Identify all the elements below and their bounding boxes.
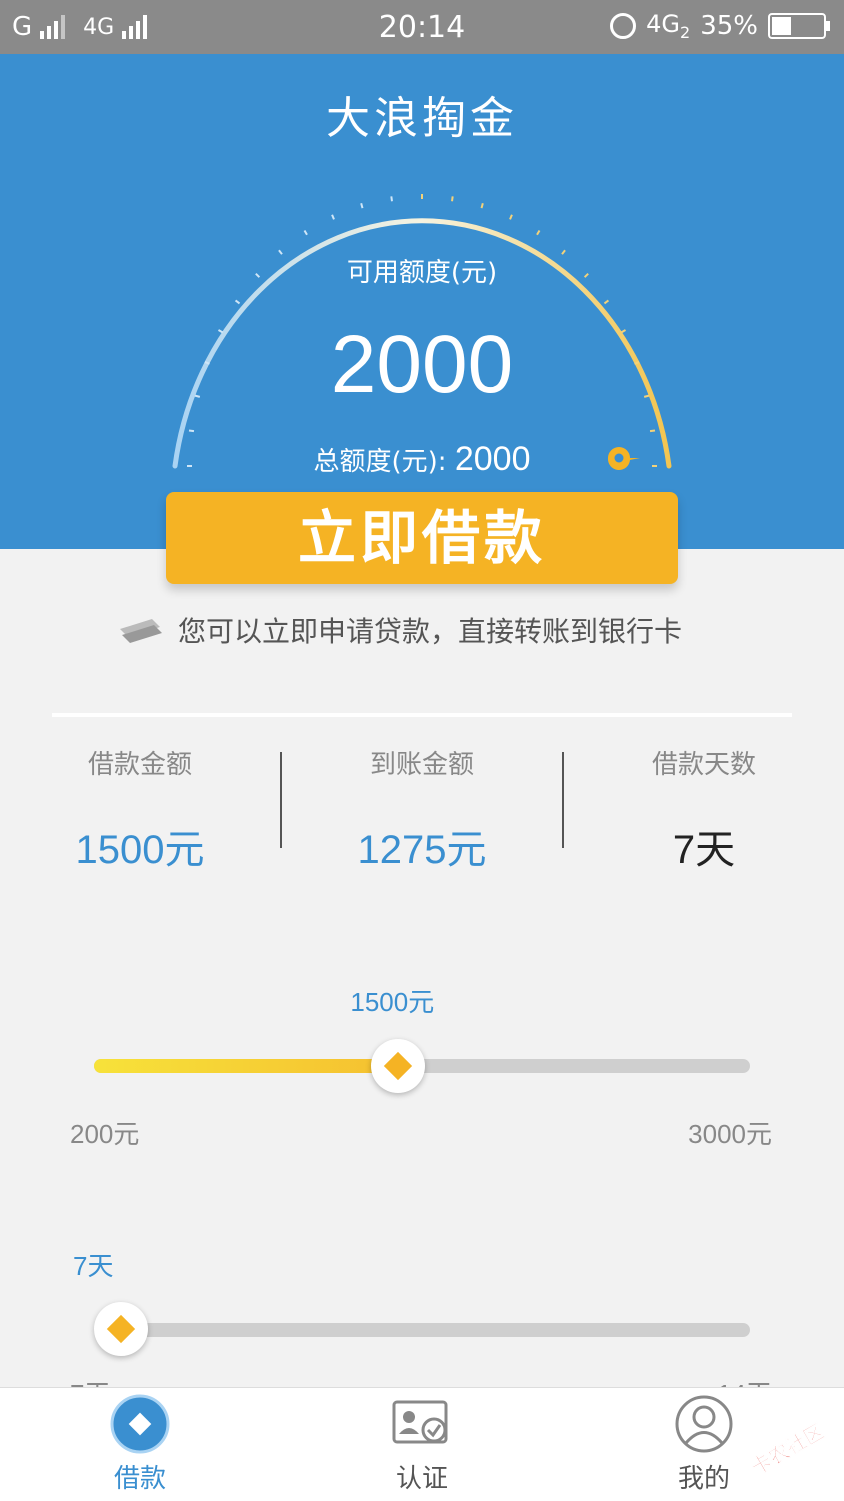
bottom-tab-bar: 借款 认证 我的	[0, 1387, 844, 1501]
amount-slider-value: 1500元	[350, 987, 435, 1017]
transfer-hint: 您可以立即申请贷款，直接转账到银行卡	[118, 610, 682, 650]
stat-value: 1500元	[75, 828, 205, 872]
divider	[52, 713, 792, 717]
days-slider-track[interactable]	[94, 1323, 750, 1337]
available-label: 可用额度(元)	[346, 258, 498, 288]
gauge-tick	[649, 429, 656, 433]
gauge-tick	[234, 299, 241, 305]
days-slider-value: 7天	[73, 1251, 114, 1281]
stat-loan-days: 借款天数 7天	[564, 744, 844, 875]
stat-value: 1275元	[357, 828, 487, 872]
total-label: 总额度(元):	[313, 447, 447, 477]
stat-received-amount: 到账金额 1275元	[282, 744, 562, 875]
borrow-diamond-icon	[110, 1394, 170, 1454]
stat-label: 借款天数	[651, 750, 756, 780]
diamond-icon	[384, 1051, 413, 1081]
amount-slider-fill	[94, 1059, 399, 1073]
kanong-logo-icon: 卡农社区	[747, 1419, 829, 1478]
gauge-tick	[451, 196, 454, 202]
gauge-tick	[603, 299, 610, 305]
stat-label: 借款金额	[87, 750, 192, 780]
stat-value: 7天	[672, 828, 736, 872]
gauge-tick	[331, 214, 335, 220]
tab-label: 认证	[395, 1464, 448, 1494]
tab-verify[interactable]: 认证	[322, 1388, 522, 1501]
gauge-tick	[509, 214, 513, 220]
total-value: 2000	[454, 440, 531, 478]
credit-gauge	[172, 194, 672, 469]
svg-text:卡农社区: 卡农社区	[747, 1419, 828, 1478]
gauge-tick	[303, 229, 308, 236]
borrow-now-button[interactable]: 立即借款	[166, 492, 678, 584]
gauge-pointer-icon	[607, 447, 640, 471]
stat-loan-amount: 借款金额 1500元	[0, 744, 280, 875]
diamond-icon	[106, 1314, 136, 1344]
days-slider-thumb[interactable]	[94, 1302, 148, 1356]
gauge-tick	[188, 429, 195, 433]
bank-card-icon	[120, 619, 162, 643]
amount-slider-thumb[interactable]	[371, 1039, 426, 1093]
tab-label: 借款	[113, 1464, 166, 1494]
hint-text: 您可以立即申请贷款，直接转账到银行卡	[178, 615, 683, 648]
gauge-tick	[480, 203, 484, 209]
tab-borrow[interactable]: 借款	[40, 1388, 240, 1501]
total-credit: 总额度(元): 2000	[0, 440, 844, 479]
id-card-verify-icon	[392, 1400, 448, 1444]
gauge-tick	[390, 196, 393, 202]
amount-min-label: 200元	[70, 1119, 140, 1149]
user-profile-icon	[675, 1395, 733, 1453]
gauge-tick	[360, 203, 364, 209]
available-value: 2000	[330, 319, 514, 410]
amount-max-label: 3000元	[688, 1119, 772, 1149]
stat-label: 到账金额	[369, 750, 474, 780]
gauge-tick	[536, 229, 541, 236]
